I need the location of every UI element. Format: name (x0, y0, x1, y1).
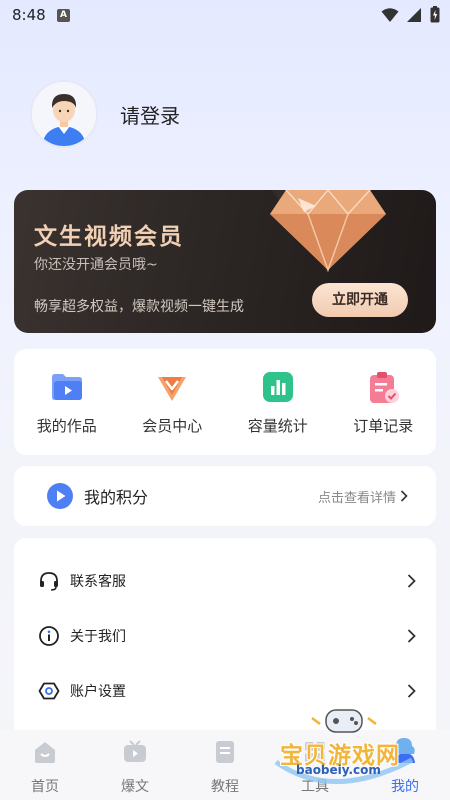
vip-description: 畅享超多权益，爆款视频一键生成 (34, 299, 244, 315)
open-vip-button[interactable]: 立即开通 (312, 283, 408, 317)
menu-label: 联系客服 (70, 573, 126, 590)
shortcut-label: 容量统计 (247, 417, 308, 435)
shortcut-order-records[interactable]: 订单记录 (338, 369, 428, 455)
home-icon (35, 742, 55, 763)
shortcut-capacity-stats[interactable]: 容量统计 (233, 369, 323, 455)
bar-chart-icon (262, 372, 293, 402)
tab-tutorials[interactable]: 教程 (180, 730, 270, 800)
book-icon (216, 741, 234, 763)
vip-title: 文生视频会员 (34, 224, 184, 250)
menu-label: 账户设置 (70, 683, 126, 700)
notification-a-icon: A (57, 9, 70, 22)
play-circle-icon (47, 483, 73, 509)
status-time: 8:48 (12, 6, 46, 24)
vip-membership-card[interactable]: 文生视频会员 你还没开通会员哦~ 畅享超多权益，爆款视频一键生成 立即开通 (14, 190, 436, 333)
folder-video-icon (51, 374, 82, 400)
tv-icon (124, 740, 146, 762)
order-clipboard-icon (370, 372, 400, 403)
vip-v-icon (158, 377, 187, 401)
info-icon (39, 625, 59, 646)
shortcut-my-works[interactable]: 我的作品 (22, 369, 112, 455)
signal-icon (407, 7, 421, 22)
profile-header[interactable]: 请登录 (30, 80, 180, 148)
avatar-icon (32, 82, 96, 146)
watermark-url: baobeiy.com (296, 763, 381, 777)
chevron-right-icon (407, 573, 416, 588)
tab-home[interactable]: 首页 (0, 730, 90, 800)
tab-hot-articles[interactable]: 爆文 (90, 730, 180, 800)
settings-icon (38, 682, 60, 699)
chevron-right-icon (407, 683, 416, 698)
diamond-icon (270, 190, 386, 274)
points-title: 我的积分 (84, 488, 149, 507)
tab-label: 首页 (31, 779, 59, 795)
vip-subtitle: 你还没开通会员哦~ (34, 257, 158, 273)
login-prompt[interactable]: 请登录 (120, 100, 180, 129)
menu-item-customer-service[interactable]: 联系客服 (14, 553, 436, 608)
headset-icon (40, 571, 58, 591)
battery-icon (430, 6, 440, 23)
shortcut-label: 订单记录 (353, 417, 414, 435)
shortcut-vip-center[interactable]: 会员中心 (127, 369, 217, 455)
menu-label: 关于我们 (70, 628, 126, 645)
my-points-row[interactable]: 我的积分 点击查看详情 (14, 466, 436, 526)
tab-label: 教程 (211, 779, 239, 795)
status-bar: 8:48 A (0, 0, 450, 30)
menu-item-about-us[interactable]: 关于我们 (14, 608, 436, 663)
shortcuts-card: 我的作品 会员中心 容量统计 订单记录 (14, 349, 436, 455)
points-detail-link[interactable]: 点击查看详情 (318, 487, 408, 506)
watermark: 宝贝游戏网 baobeiy.com (272, 702, 422, 800)
chevron-right-icon (400, 490, 408, 502)
shortcut-label: 会员中心 (142, 417, 203, 435)
avatar[interactable] (30, 80, 98, 148)
shortcut-label: 我的作品 (36, 417, 97, 435)
status-icons (381, 6, 440, 23)
chevron-right-icon (407, 628, 416, 643)
wifi-icon (381, 7, 399, 22)
tab-label: 爆文 (121, 779, 149, 795)
points-link-label: 点击查看详情 (317, 490, 396, 506)
